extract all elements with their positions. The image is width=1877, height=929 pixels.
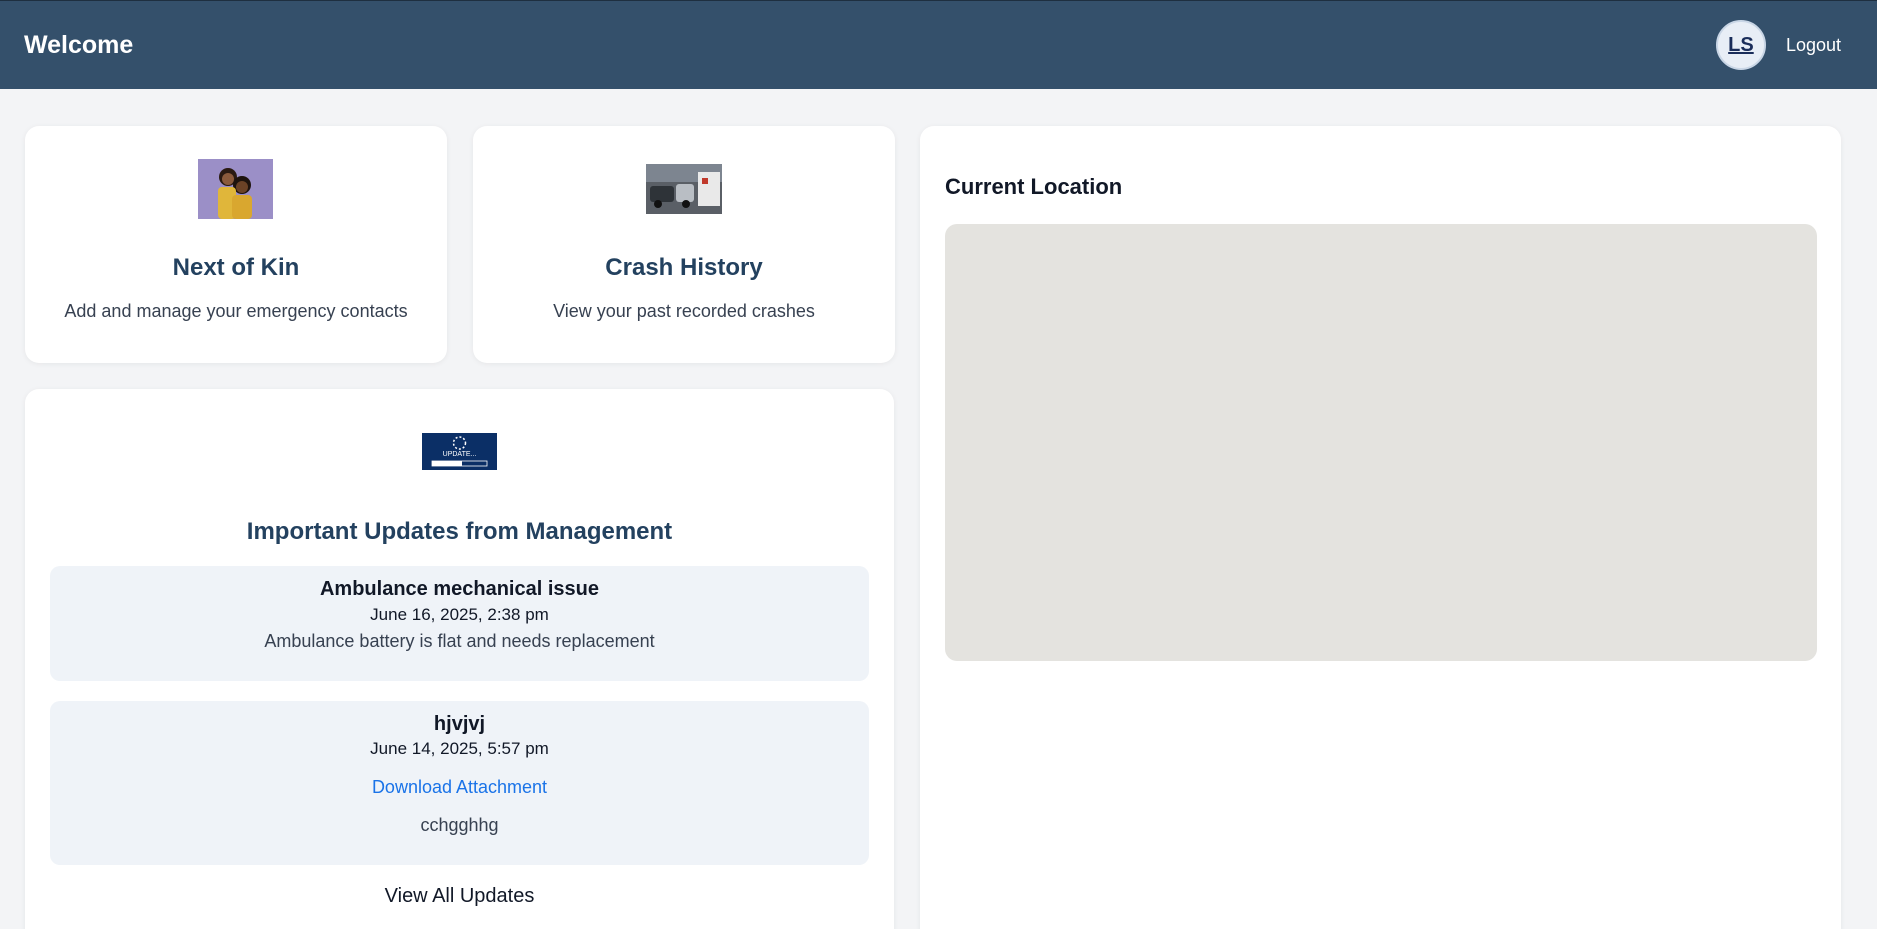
crash-history-title: Crash History bbox=[605, 254, 763, 281]
updates-heading: Important Updates from Management bbox=[246, 518, 673, 545]
page-title: Welcome bbox=[24, 30, 134, 59]
crash-history-description: View your past recorded crashes bbox=[553, 301, 815, 321]
next-of-kin-description: Add and manage your emergency contacts bbox=[64, 301, 408, 321]
logout-button[interactable]: Logout bbox=[1786, 35, 1841, 56]
next-of-kin-title: Next of Kin bbox=[172, 254, 300, 281]
update-item: Ambulance mechanical issue June 16, 2025… bbox=[50, 566, 869, 681]
update-body: cchgghhg bbox=[420, 815, 499, 835]
next-of-kin-card[interactable]: Next of Kin Add and manage your emergenc… bbox=[25, 126, 447, 363]
update-body: Ambulance battery is flat and needs repl… bbox=[264, 631, 655, 651]
location-heading: Current Location bbox=[945, 174, 1123, 199]
update-date: June 16, 2025, 2:38 pm bbox=[370, 605, 549, 624]
download-attachment-link[interactable]: Download Attachment bbox=[50, 777, 869, 798]
update-banner-image: UPDATE... bbox=[422, 433, 497, 470]
current-location-card: Current Location bbox=[920, 126, 1841, 929]
update-title: Ambulance mechanical issue bbox=[319, 578, 599, 600]
update-date: June 14, 2025, 5:57 pm bbox=[370, 739, 549, 758]
management-updates-card: UPDATE... Important Updates from Managem… bbox=[25, 389, 894, 929]
crash-photo bbox=[646, 164, 722, 214]
update-title: hjvjvj bbox=[433, 713, 486, 735]
crash-history-card[interactable]: Crash History View your past recorded cr… bbox=[473, 126, 895, 363]
family-photo bbox=[198, 159, 273, 219]
header-actions: LS Logout bbox=[1715, 20, 1853, 70]
update-item: hjvjvj June 14, 2025, 5:57 pm Download A… bbox=[50, 701, 869, 865]
location-map[interactable] bbox=[945, 224, 1817, 661]
view-all-updates-button[interactable]: View All Updates bbox=[25, 885, 894, 908]
update-banner-text: UPDATE... bbox=[442, 451, 477, 458]
user-avatar[interactable]: LS bbox=[1715, 20, 1766, 70]
top-navbar: Welcome LS Logout bbox=[0, 0, 1877, 89]
avatar-initials[interactable]: LS bbox=[1728, 34, 1754, 57]
